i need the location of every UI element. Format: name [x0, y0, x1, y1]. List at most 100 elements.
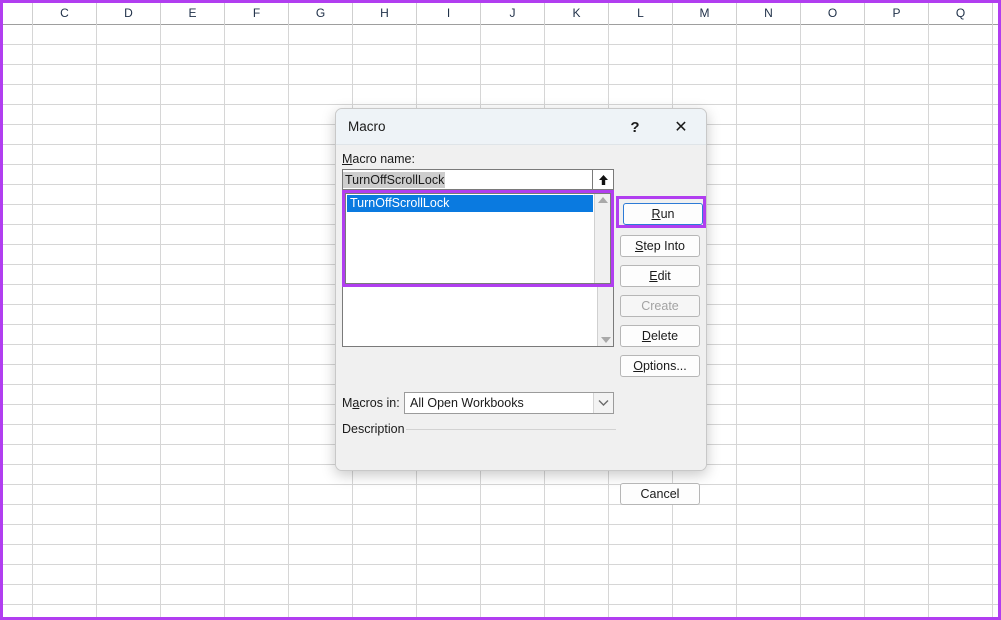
grid-cell[interactable]: [545, 525, 609, 545]
close-icon[interactable]: ✕: [664, 116, 698, 140]
grid-cell[interactable]: [993, 485, 1001, 505]
grid-cell[interactable]: [737, 505, 801, 525]
grid-cell[interactable]: [225, 305, 289, 325]
grid-cell[interactable]: [929, 565, 993, 585]
scroll-up-icon[interactable]: [592, 169, 614, 190]
grid-cell[interactable]: [673, 565, 737, 585]
grid-cell[interactable]: [3, 245, 33, 265]
grid-cell[interactable]: [289, 545, 353, 565]
grid-cell[interactable]: [225, 285, 289, 305]
grid-cell[interactable]: [865, 465, 929, 485]
grid-cell[interactable]: [929, 165, 993, 185]
grid-cell[interactable]: [161, 445, 225, 465]
grid-cell[interactable]: [97, 305, 161, 325]
grid-cell[interactable]: [225, 585, 289, 605]
grid-cell[interactable]: [737, 405, 801, 425]
grid-cell[interactable]: [3, 325, 33, 345]
grid-cell[interactable]: [289, 605, 353, 620]
grid-cell[interactable]: [161, 425, 225, 445]
grid-cell[interactable]: [673, 605, 737, 620]
step-into-button[interactable]: Step Into: [620, 235, 700, 257]
grid-cell[interactable]: [481, 545, 545, 565]
grid-cell[interactable]: [161, 525, 225, 545]
grid-cell[interactable]: [97, 205, 161, 225]
grid-cell[interactable]: [737, 265, 801, 285]
grid-cell[interactable]: [33, 185, 97, 205]
grid-cell[interactable]: [417, 525, 481, 545]
grid-cell[interactable]: [33, 305, 97, 325]
grid-cell[interactable]: [417, 545, 481, 565]
grid-cell[interactable]: [353, 585, 417, 605]
grid-cell[interactable]: [161, 485, 225, 505]
grid-cell[interactable]: [609, 25, 673, 45]
grid-cell[interactable]: [97, 325, 161, 345]
grid-cell[interactable]: [801, 285, 865, 305]
grid-cell[interactable]: [33, 565, 97, 585]
grid-cell[interactable]: [225, 445, 289, 465]
grid-cell[interactable]: [289, 585, 353, 605]
grid-cell[interactable]: [801, 385, 865, 405]
grid-cell[interactable]: [545, 25, 609, 45]
grid-cell[interactable]: [3, 345, 33, 365]
grid-cell[interactable]: [161, 585, 225, 605]
grid-cell[interactable]: [161, 125, 225, 145]
grid-cell[interactable]: [609, 505, 673, 525]
macro-name-input[interactable]: TurnOffScrollLock: [342, 169, 614, 190]
grid-cell[interactable]: [993, 65, 1001, 85]
grid-cell[interactable]: [3, 265, 33, 285]
grid-cell[interactable]: [481, 65, 545, 85]
grid-cell[interactable]: [929, 505, 993, 525]
grid-cell[interactable]: [737, 525, 801, 545]
grid-cell[interactable]: [3, 425, 33, 445]
grid-cell[interactable]: [737, 105, 801, 125]
grid-cell[interactable]: [353, 545, 417, 565]
grid-cell[interactable]: [353, 505, 417, 525]
column-header-blank[interactable]: [993, 3, 1001, 25]
grid-cell[interactable]: [161, 565, 225, 585]
grid-cell[interactable]: [3, 465, 33, 485]
grid-cell[interactable]: [417, 605, 481, 620]
grid-cell[interactable]: [993, 605, 1001, 620]
grid-cell[interactable]: [417, 585, 481, 605]
grid-cell[interactable]: [993, 525, 1001, 545]
column-header-O[interactable]: O: [801, 3, 865, 25]
grid-cell[interactable]: [865, 125, 929, 145]
grid-cell[interactable]: [801, 65, 865, 85]
column-header-C[interactable]: C: [33, 3, 97, 25]
grid-cell[interactable]: [801, 125, 865, 145]
grid-cell[interactable]: [737, 185, 801, 205]
grid-cell[interactable]: [225, 245, 289, 265]
grid-cell[interactable]: [737, 165, 801, 185]
grid-cell[interactable]: [161, 245, 225, 265]
grid-cell[interactable]: [993, 345, 1001, 365]
grid-cell[interactable]: [3, 185, 33, 205]
grid-cell[interactable]: [97, 145, 161, 165]
grid-cell[interactable]: [33, 445, 97, 465]
grid-cell[interactable]: [993, 125, 1001, 145]
macro-listbox-lower[interactable]: [342, 287, 614, 347]
grid-cell[interactable]: [929, 245, 993, 265]
grid-cell[interactable]: [33, 65, 97, 85]
grid-cell[interactable]: [97, 385, 161, 405]
grid-cell[interactable]: [737, 45, 801, 65]
grid-cell[interactable]: [97, 265, 161, 285]
grid-cell[interactable]: [3, 585, 33, 605]
grid-cell[interactable]: [417, 45, 481, 65]
grid-cell[interactable]: [993, 365, 1001, 385]
grid-cell[interactable]: [673, 45, 737, 65]
grid-cell[interactable]: [865, 205, 929, 225]
grid-cell[interactable]: [3, 65, 33, 85]
grid-cell[interactable]: [865, 45, 929, 65]
delete-button[interactable]: Delete: [620, 325, 700, 347]
grid-cell[interactable]: [993, 145, 1001, 165]
grid-cell[interactable]: [417, 485, 481, 505]
grid-cell[interactable]: [865, 85, 929, 105]
grid-cell[interactable]: [97, 445, 161, 465]
grid-cell[interactable]: [545, 605, 609, 620]
grid-cell[interactable]: [161, 605, 225, 620]
grid-cell[interactable]: [225, 465, 289, 485]
grid-cell[interactable]: [801, 245, 865, 265]
grid-cell[interactable]: [161, 165, 225, 185]
grid-cell[interactable]: [673, 505, 737, 525]
grid-cell[interactable]: [929, 85, 993, 105]
